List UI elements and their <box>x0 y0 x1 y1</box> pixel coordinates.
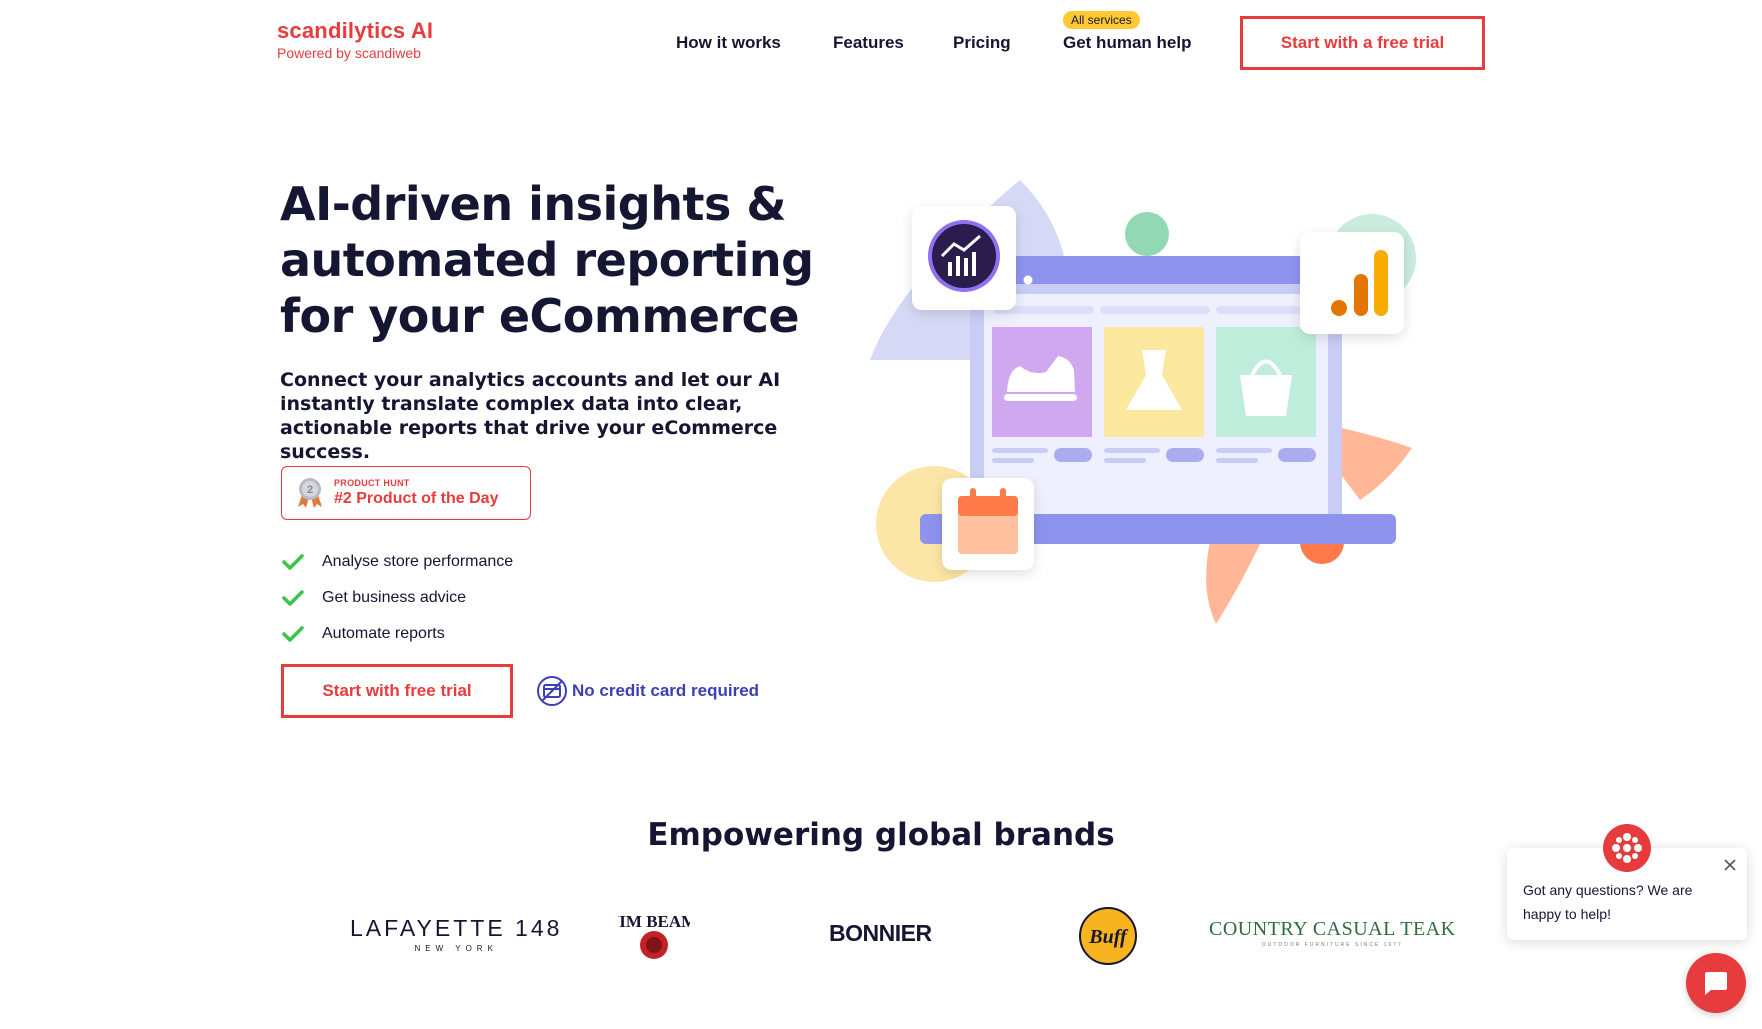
brand-logo-bonnier: BONNIER <box>829 920 932 946</box>
header-free-trial-button[interactable]: Start with a free trial <box>1240 16 1485 70</box>
hero-title: AI-driven insights & automated reporting… <box>280 177 814 343</box>
green-dot <box>1125 212 1169 256</box>
svg-text:Buff: Buff <box>1088 926 1129 948</box>
feature-item: Analyse store performance <box>282 544 513 580</box>
nav-how-it-works[interactable]: How it works <box>676 33 781 53</box>
feature-list: Analyse store performance Get business a… <box>282 544 513 652</box>
feature-label: Automate reports <box>322 625 445 642</box>
google-analytics-tile <box>1300 232 1404 334</box>
brand-logo-country-casual-teak: COUNTRY CASUAL TEAK OUTDOOR FURNITURE SI… <box>1209 918 1456 948</box>
no-credit-card-note: No credit card required <box>536 675 759 707</box>
brands-title: Empowering global brands <box>647 817 1115 853</box>
svg-text:JIM BEAM: JIM BEAM <box>618 912 690 931</box>
close-icon[interactable] <box>1721 856 1739 874</box>
all-services-badge: All services <box>1063 11 1140 29</box>
hero-subtitle: Connect your analytics accounts and let … <box>280 369 781 463</box>
medal-icon: 2 <box>298 478 322 508</box>
chat-launcher-button[interactable] <box>1686 953 1746 1013</box>
medal-number: 2 <box>307 484 313 496</box>
no-credit-card-icon <box>537 676 567 706</box>
check-icon <box>282 626 304 642</box>
check-icon <box>282 554 304 570</box>
feature-label: Analyse store performance <box>322 553 514 570</box>
nav-pricing[interactable]: Pricing <box>953 33 1011 53</box>
chat-icon <box>1705 972 1727 995</box>
hero-free-trial-button[interactable]: Start with free trial <box>281 664 513 718</box>
no-credit-card-text: No credit card required <box>572 681 760 700</box>
logo-tagline: Powered by scandiweb <box>277 45 421 61</box>
nav-features[interactable]: Features <box>833 33 904 53</box>
feature-item: Automate reports <box>282 616 513 652</box>
brand-logo-lafayette: LAFAYETTE 148 NEW YORK <box>350 915 563 953</box>
product-hunt-rank: #2 Product of the Day <box>334 490 499 507</box>
nav-get-human-help[interactable]: Get human help <box>1063 33 1191 53</box>
product-hunt-badge[interactable]: 2 PRODUCT HUNT #2 Product of the Day <box>281 466 531 520</box>
brand-logo-buff: Buff <box>1079 907 1137 965</box>
feature-item: Get business advice <box>282 580 513 616</box>
site-logo[interactable]: scandilytics AI Powered by scandiweb <box>277 18 433 62</box>
logo-title: scandilytics AI <box>277 18 434 43</box>
calendar-tile <box>942 478 1034 570</box>
product-hunt-text: PRODUCT HUNT #2 Product of the Day <box>334 478 498 508</box>
chat-agent-logo-icon <box>1603 824 1651 872</box>
hero-illustration <box>870 180 1416 624</box>
analytics-tile <box>912 206 1016 310</box>
brand-logo-jimbeam: JIM BEAM <box>618 912 690 959</box>
product-hunt-label: PRODUCT HUNT <box>334 478 410 488</box>
chat-message: Got any questions? We are happy to help! <box>1523 882 1693 922</box>
check-icon <box>282 590 304 606</box>
feature-label: Get business advice <box>322 589 467 606</box>
